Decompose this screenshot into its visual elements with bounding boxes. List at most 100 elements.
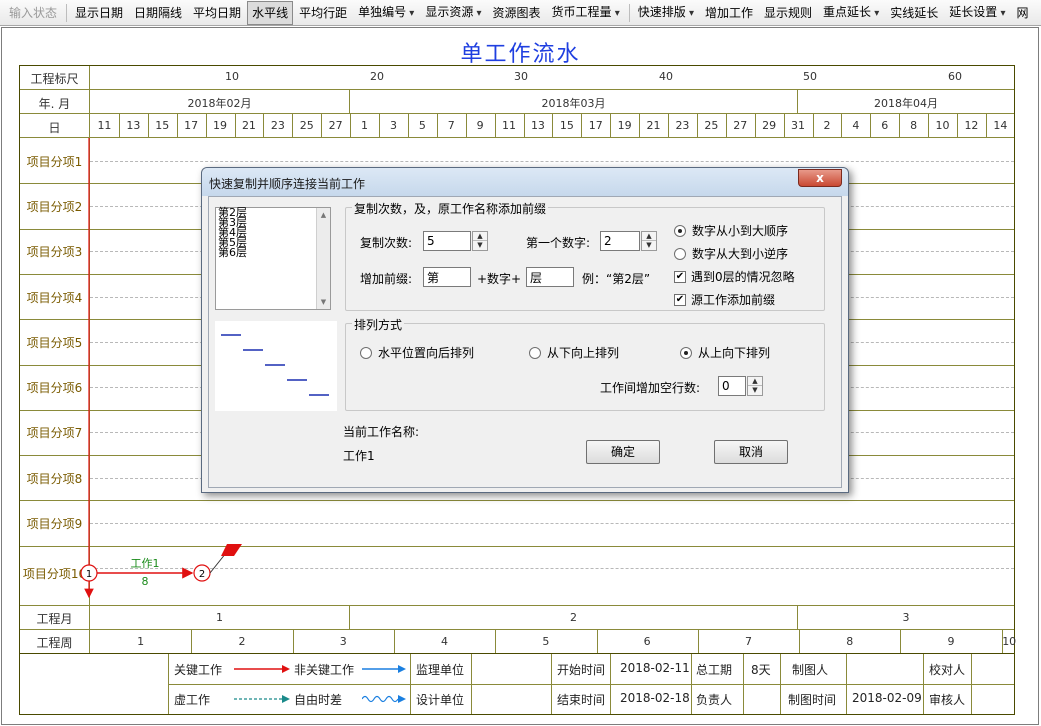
cancel-button[interactable]: 取消: [714, 440, 788, 464]
arrange-up-radio[interactable]: 从下向上排列: [529, 344, 619, 361]
legend-divider: [846, 654, 847, 714]
checkbox-box[interactable]: ✔: [674, 270, 686, 283]
project-week-label: 4: [441, 635, 449, 648]
day-label: 21: [241, 119, 256, 132]
toolbar-average-date[interactable]: 平均日期: [188, 1, 246, 25]
project-week-label: 10: [1002, 635, 1017, 648]
spin-down-icon[interactable]: ▼: [748, 386, 762, 395]
spin-down-icon[interactable]: ▼: [473, 241, 487, 250]
quick-copy-dialog: 快速复制并顺序连接当前工作 x 第2层 第3层 第4层 第5层 第6层 ▲ ▼ …: [201, 167, 849, 493]
day-label: 29: [762, 119, 777, 132]
radio-dot[interactable]: [674, 224, 686, 237]
legend-divider: [471, 654, 472, 714]
order-desc-radio[interactable]: 数字从大到小逆序: [674, 245, 788, 262]
add-prefix-checkbox[interactable]: ✔ 源工作添加前缀: [674, 291, 775, 308]
order-desc-label: 数字从大到小逆序: [692, 247, 789, 261]
legend-reviewer-label: 审核人: [929, 693, 966, 707]
close-icon[interactable]: x: [798, 169, 842, 187]
toolbar-add-work[interactable]: 增加工作: [700, 1, 758, 25]
toolbar-extend-settings[interactable]: 延长设置: [944, 0, 1010, 25]
toolbar-resource-chart[interactable]: 资源图表: [488, 1, 546, 25]
toolbar-quick-layout[interactable]: 快速排版: [633, 0, 699, 25]
day-label: 17: [184, 119, 199, 132]
header-line: [20, 113, 1014, 114]
current-work-name: 工作1: [343, 449, 375, 463]
toolbar-horizontal-line[interactable]: 水平线: [247, 0, 294, 25]
ignore-zero-checkbox[interactable]: ✔ 遇到0层的情况忽略: [674, 268, 795, 285]
legend-checker-label: 校对人: [929, 663, 966, 677]
copy-count-input[interactable]: [423, 231, 471, 251]
copy-count-stepper[interactable]: ▲ ▼: [472, 231, 488, 251]
toolbar-input-state[interactable]: 输入状态: [4, 1, 62, 25]
blank-rows-input[interactable]: [718, 376, 746, 396]
toolbar-network[interactable]: 网: [1011, 1, 1033, 25]
legend-divider: [410, 654, 411, 714]
week-divider: [799, 630, 801, 653]
suffix-input[interactable]: [526, 267, 574, 287]
dialog-titlebar[interactable]: 快速复制并顺序连接当前工作 x: [202, 168, 848, 196]
blank-rows-label: 工作间增加空行数:: [600, 381, 701, 395]
legend-start-time-label: 开始时间: [557, 663, 606, 677]
spin-up-icon[interactable]: ▲: [473, 232, 487, 241]
footer-line: [20, 629, 1014, 630]
free-float-wave-icon: [362, 695, 406, 703]
arrange-down-label: 从上向下排列: [698, 346, 771, 360]
project-week-label: 7: [744, 635, 752, 648]
arrange-up-label: 从下向上排列: [547, 346, 620, 360]
first-number-input[interactable]: [600, 231, 640, 251]
radio-dot[interactable]: [529, 346, 541, 359]
dialog-body: 第2层 第3层 第4层 第5层 第6层 ▲ ▼ 复制次数，及，原工作名称添加前缀…: [208, 196, 842, 488]
scale-row-head: 工程标尺: [30, 72, 79, 86]
ok-button[interactable]: 确定: [586, 440, 660, 464]
day-divider: [321, 114, 323, 137]
toolbar-show-rules[interactable]: 显示规则: [759, 1, 817, 25]
toolbar-show-date[interactable]: 显示日期: [70, 1, 128, 25]
day-divider: [957, 114, 958, 137]
legend-divider: [743, 654, 744, 714]
arrange-down-radio[interactable]: 从上向下排列: [680, 344, 770, 361]
day-divider: [494, 114, 496, 137]
checkbox-box[interactable]: ✔: [674, 293, 686, 306]
day-label: 25: [704, 119, 719, 132]
radio-dot[interactable]: [674, 247, 686, 260]
toolbar-average-row-spacing[interactable]: 平均行距: [294, 1, 352, 25]
legend-free-float: 自由时差: [294, 693, 343, 707]
radio-dot[interactable]: [360, 346, 372, 359]
toolbar-separator: [628, 3, 630, 22]
arrange-horizontal-radio[interactable]: 水平位置向后排列: [360, 344, 474, 361]
legend-draw-time: 2018-02-09: [852, 691, 922, 705]
day-divider: [292, 114, 294, 137]
scale-tick: 60: [948, 70, 962, 83]
toolbar-date-divider[interactable]: 日期隔线: [129, 1, 187, 25]
day-label: 15: [559, 119, 574, 132]
day-divider: [754, 114, 756, 137]
legend-divider: [610, 654, 611, 714]
copy-group-title: 复制次数，及，原工作名称添加前缀: [352, 200, 549, 217]
toolbar-solid-extend[interactable]: 实线延长: [885, 1, 943, 25]
project-week-label: 2: [238, 635, 246, 648]
floor-list[interactable]: 第2层 第3层 第4层 第5层 第6层 ▲ ▼: [215, 207, 331, 310]
radio-dot[interactable]: [680, 346, 692, 359]
toolbar-currency-quantity[interactable]: 货币工程量: [547, 0, 625, 25]
list-scrollbar[interactable]: ▲ ▼: [316, 208, 330, 309]
prefix-input[interactable]: [423, 267, 471, 287]
spin-up-icon[interactable]: ▲: [748, 377, 762, 386]
day-label: 4: [852, 119, 860, 132]
toolbar-show-resource[interactable]: 显示资源: [420, 0, 486, 25]
spin-up-icon[interactable]: ▲: [642, 232, 656, 241]
legend-divider: [551, 654, 552, 714]
toolbar-separate-numbering[interactable]: 单独编号: [353, 0, 419, 25]
blank-rows-stepper[interactable]: ▲ ▼: [747, 376, 763, 396]
spin-down-icon[interactable]: ▼: [642, 241, 656, 250]
day-label: 12: [964, 119, 979, 132]
toolbar-key-extend[interactable]: 重点延长: [818, 0, 884, 25]
scroll-down-icon[interactable]: ▼: [317, 298, 330, 306]
order-asc-radio[interactable]: 数字从小到大顺序: [674, 222, 788, 239]
scroll-up-icon[interactable]: ▲: [317, 211, 330, 219]
list-item[interactable]: 第6层: [216, 247, 330, 258]
first-number-stepper[interactable]: ▲ ▼: [641, 231, 657, 251]
day-divider: [812, 114, 814, 137]
legend-drawer-label: 制图人: [792, 663, 829, 677]
day-divider: [841, 114, 843, 137]
day-label: 7: [447, 119, 455, 132]
